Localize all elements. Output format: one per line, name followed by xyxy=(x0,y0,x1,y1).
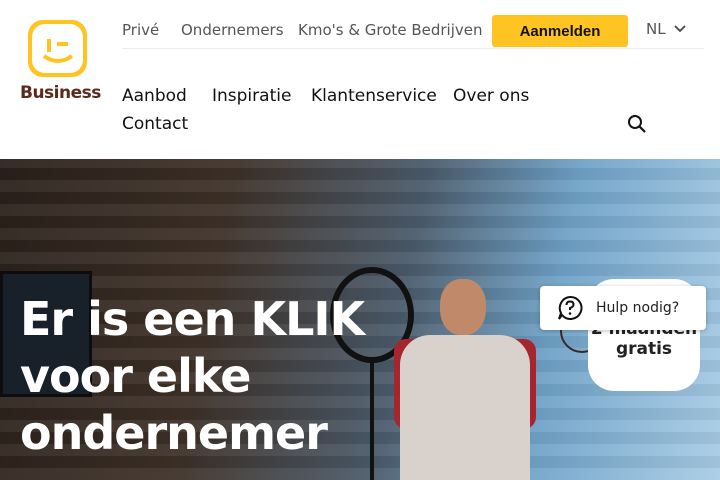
site-header: Business Privé Ondernemers Kmo's & Grote… xyxy=(0,0,720,159)
hero-person-body xyxy=(400,335,530,480)
aanmelden-button[interactable]: Aanmelden xyxy=(492,15,628,47)
search-icon xyxy=(628,115,646,133)
hero-person-head xyxy=(440,279,486,335)
hero-headline-line-3: ondernemer xyxy=(20,406,328,460)
help-question-icon xyxy=(558,295,583,320)
chevron-down-icon xyxy=(673,25,686,33)
hero-headline-line-2: voor elke xyxy=(20,349,251,403)
language-label: NL xyxy=(646,20,666,38)
nav-link-prive[interactable]: Privé xyxy=(122,21,159,39)
nav-item-over-ons[interactable]: Over ons xyxy=(453,86,529,106)
top-navigation: Privé Ondernemers Kmo's & Grote Bedrijve… xyxy=(122,15,704,49)
nav-link-kmos-grote-bedrijven[interactable]: Kmo's & Grote Bedrijven xyxy=(298,21,482,39)
nav-item-aanbod[interactable]: Aanbod xyxy=(122,86,187,106)
hero-headline-line-1: Er is een KLIK xyxy=(20,292,365,346)
promo-badge-line-2: gratis xyxy=(615,339,673,359)
logo-text: Business xyxy=(20,83,101,103)
nav-item-klantenservice[interactable]: Klantenservice xyxy=(311,86,437,106)
hero-ring-stand xyxy=(370,359,374,480)
language-selector[interactable]: NL xyxy=(646,20,686,38)
logo-mark xyxy=(28,20,87,77)
wink-face-icon xyxy=(32,24,83,73)
nav-item-inspiratie[interactable]: Inspiratie xyxy=(212,86,291,106)
help-widget-button[interactable]: Hulp nodig? xyxy=(540,286,706,330)
hero-headline: Er is een KLIK voor elke ondernemer xyxy=(20,291,365,462)
hero-person xyxy=(394,279,536,480)
nav-item-contact[interactable]: Contact xyxy=(122,114,188,134)
search-button[interactable] xyxy=(626,113,648,135)
telenet-business-logo[interactable]: Business xyxy=(20,20,101,104)
nav-link-ondernemers[interactable]: Ondernemers xyxy=(181,21,284,39)
help-widget-label: Hulp nodig? xyxy=(596,300,680,316)
